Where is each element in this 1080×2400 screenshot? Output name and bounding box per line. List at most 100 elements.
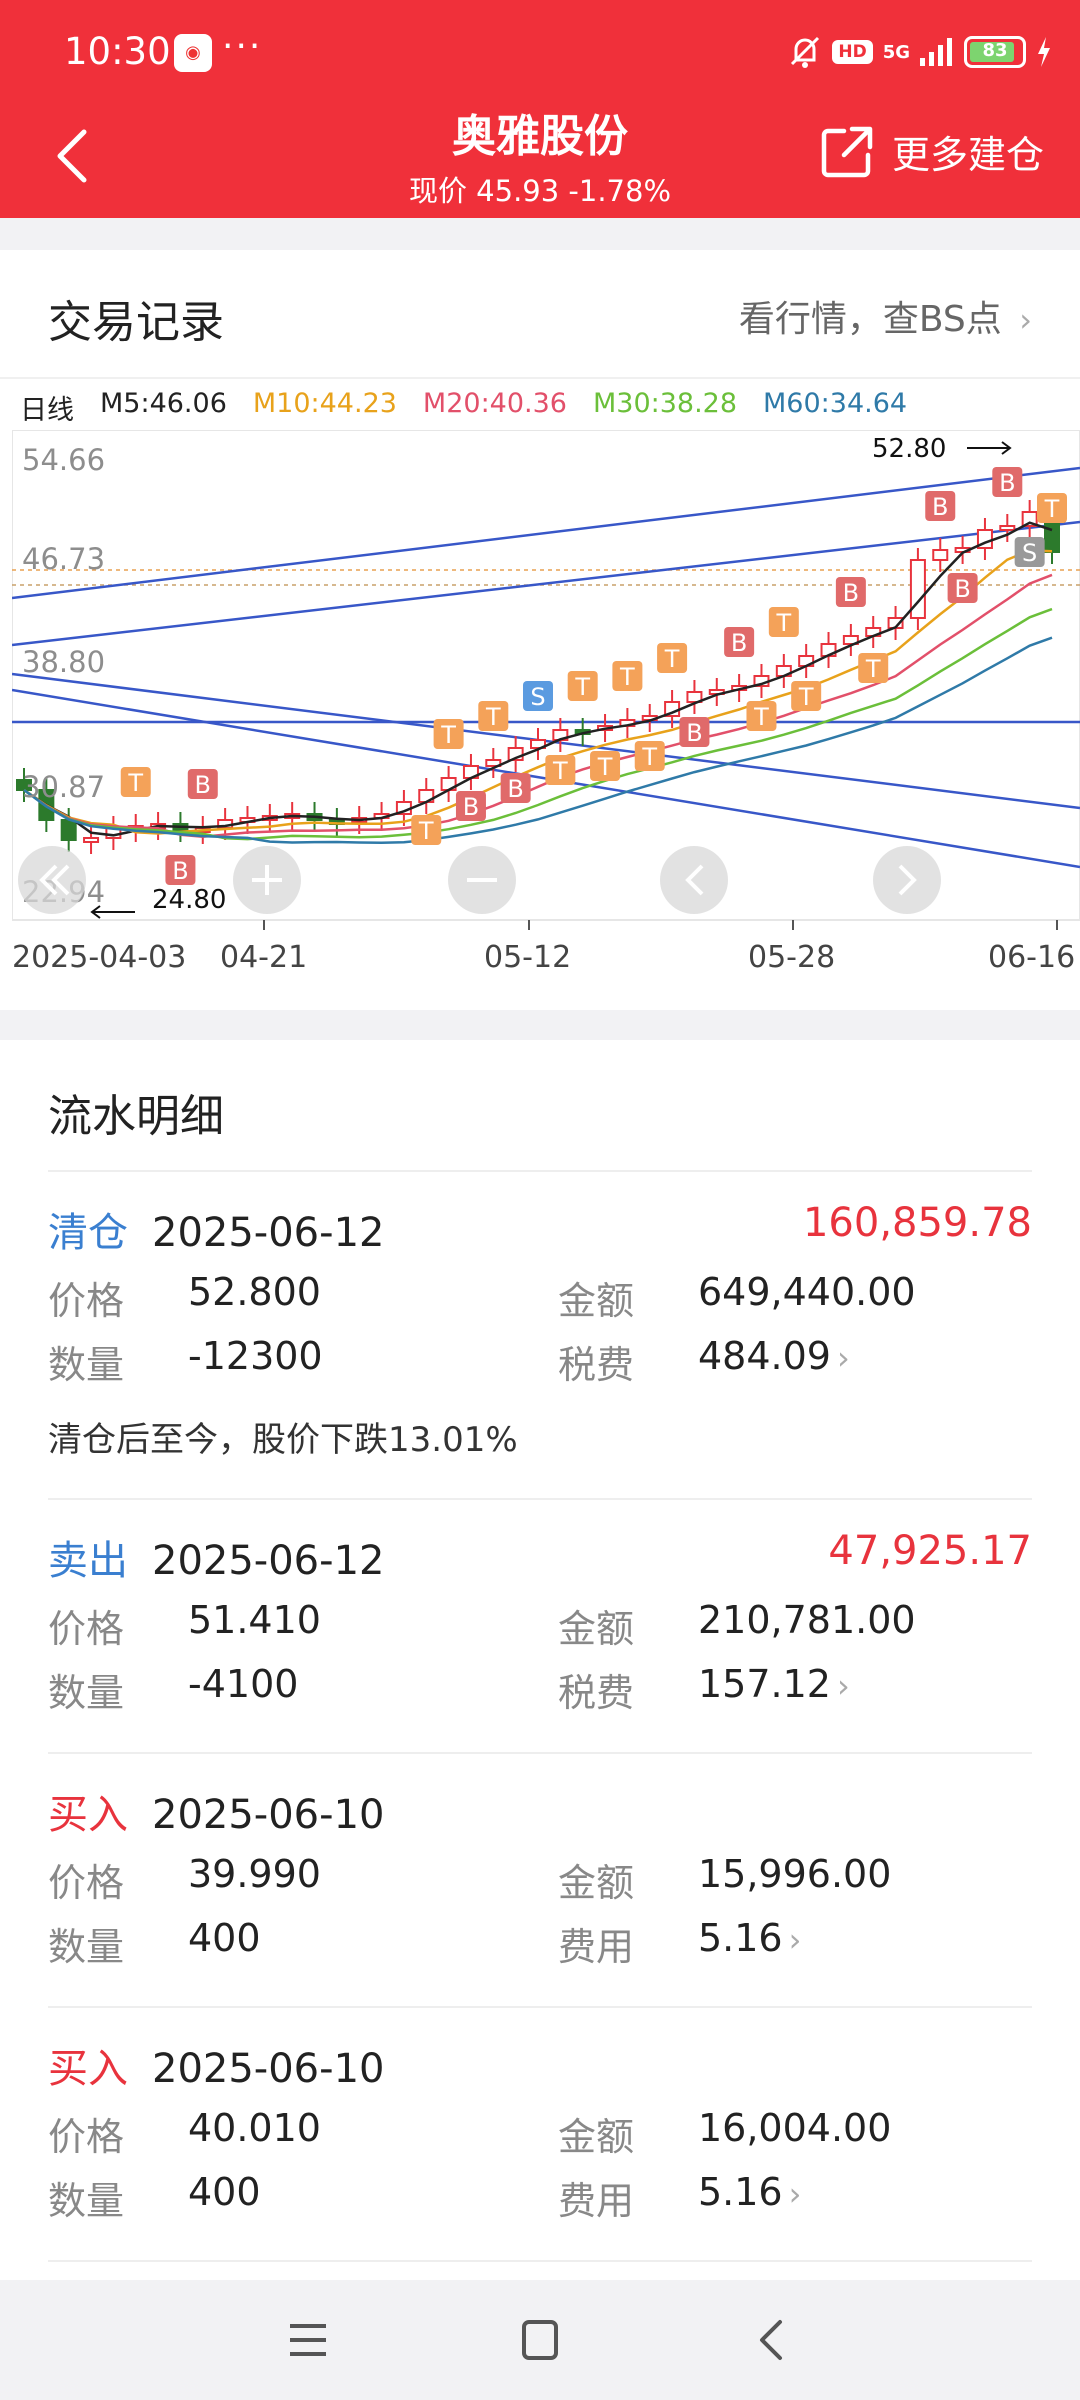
fee-label: 税费: [558, 1343, 635, 1387]
transaction-item[interactable]: 清仓 2025-06-12 160,859.78 价格 52.800 金额 649…: [48, 1200, 1032, 1490]
share-external-icon: [821, 126, 873, 177]
chart-frame: [12, 430, 1080, 921]
divider: [0, 377, 1080, 379]
fee-label: 税费: [558, 1671, 635, 1715]
x-axis-labels: 2025-04-03 04-21 05-12 05-28 06-16: [0, 940, 1080, 980]
chart-next-button[interactable]: [873, 846, 941, 914]
candle-body: [60, 819, 77, 841]
fee-link[interactable]: 484.09 ›: [698, 1334, 850, 1378]
bs-marker: T: [590, 751, 621, 781]
quantity-value: -4100: [188, 1662, 299, 1706]
chart-prev-button[interactable]: [660, 846, 728, 914]
total-label: 金额: [558, 1607, 635, 1651]
y-tick: 54.66: [22, 443, 105, 477]
svg-text:T: T: [418, 817, 434, 845]
transaction-header: 买入 2025-06-10: [48, 1782, 384, 1840]
total-value: 210,781.00: [698, 1598, 916, 1642]
quantity-value: 400: [188, 2170, 261, 2214]
quantity-row: 数量 -12300 税费 484.09 ›: [48, 1334, 1032, 1387]
candle-body: [83, 837, 100, 843]
svg-text:B: B: [507, 775, 523, 803]
fee-label: 费用: [558, 1925, 635, 1969]
total-label: 金额: [558, 1861, 635, 1905]
fee-link[interactable]: 157.12 ›: [698, 1662, 850, 1706]
bs-marker: T: [858, 653, 889, 683]
total-label: 金额: [558, 2115, 635, 2159]
transaction-item[interactable]: 买入 2025-06-10 价格 40.010 金额 16,004.00 数量 4…: [48, 2036, 1032, 2236]
trade-record-card: 交易记录 看行情，查BS点 › 日线 M5:46.06 M10:44.23 M2…: [0, 250, 1080, 1010]
svg-text:B: B: [172, 857, 188, 885]
quantity-label: 数量: [48, 2179, 125, 2223]
chart-scroll-start-button[interactable]: [18, 846, 86, 914]
bs-marker: T: [478, 701, 509, 731]
bs-marker: T: [545, 755, 576, 785]
bs-marker: S: [523, 681, 553, 711]
ma60-value: M60:34.64: [763, 388, 908, 419]
total-label: 金额: [558, 1279, 635, 1323]
ma30-value: M30:38.28: [592, 388, 738, 419]
svg-text:T: T: [485, 703, 501, 731]
x-tick: 2025-04-03: [12, 940, 187, 975]
status-bar: 10:30 ◉ ··· HD 5G 83: [0, 0, 1080, 108]
status-time: 10:30: [64, 30, 171, 73]
transaction-profit: 160,859.78: [802, 1200, 1032, 1246]
svg-text:T: T: [127, 769, 143, 797]
x-tick-marks: [263, 920, 1058, 930]
total-value: 649,440.00: [698, 1270, 916, 1314]
candlestick-chart[interactable]: TBBTTBTBSTTTTTTBBTTTBTBBBST 54.66 46.73 …: [12, 430, 1080, 930]
transaction-type: 卖出: [48, 1538, 128, 1584]
price-row: 价格 51.410 金额 210,781.00: [48, 1598, 1032, 1651]
more-position-button[interactable]: 更多建仓: [820, 124, 1044, 179]
svg-text:T: T: [1044, 495, 1060, 523]
bs-marker: T: [746, 701, 777, 731]
home-icon[interactable]: [510, 2310, 570, 2370]
transaction-item[interactable]: 卖出 2025-06-12 47,925.17 价格 51.410 金额 210,…: [48, 1528, 1032, 1728]
price-value: 52.800: [188, 1270, 321, 1314]
zoom-out-button[interactable]: [448, 846, 516, 914]
price-label: 价格: [48, 1279, 125, 1323]
x-tick: 05-28: [748, 940, 836, 975]
bs-marker: B: [835, 577, 866, 607]
more-notifications-icon: ···: [222, 26, 263, 67]
price-row: 价格 52.800 金额 649,440.00: [48, 1270, 1032, 1323]
svg-text:T: T: [753, 703, 769, 731]
svg-text:T: T: [597, 753, 613, 781]
back-icon[interactable]: [742, 2310, 802, 2370]
transaction-date: 2025-06-10: [152, 2046, 385, 2092]
divider: [48, 2006, 1032, 2008]
bs-marker: B: [679, 717, 710, 747]
ma20-value: M20:40.36: [422, 388, 567, 419]
price-label: 价格: [48, 1861, 125, 1905]
svg-text:B: B: [954, 575, 970, 603]
bs-marker: T: [411, 815, 442, 845]
moving-average-legend: 日线 M5:46.06 M10:44.23 M20:40.36 M30:38.2…: [20, 388, 907, 427]
transaction-date: 2025-06-12: [152, 1538, 385, 1584]
zoom-in-button[interactable]: [233, 846, 301, 914]
price-row: 价格 40.010 金额 16,004.00: [48, 2106, 1032, 2159]
bs-marker: T: [791, 681, 822, 711]
high-label: 52.80: [872, 434, 946, 464]
transaction-item[interactable]: 买入 2025-06-10 价格 39.990 金额 15,996.00 数量 4…: [48, 1782, 1032, 1982]
quantity-row: 数量 400 费用 5.16 ›: [48, 1916, 1032, 1969]
bs-marker: B: [500, 773, 531, 803]
quantity-row: 数量 400 费用 5.16 ›: [48, 2170, 1032, 2223]
fee-link[interactable]: 5.16 ›: [698, 2170, 801, 2214]
price-label: 价格: [48, 1607, 125, 1651]
low-label: 24.80: [152, 885, 226, 915]
y-tick: 30.87: [22, 770, 105, 804]
view-market-label: 看行情，查BS点: [738, 299, 1002, 340]
trade-record-title: 交易记录: [48, 297, 224, 348]
svg-text:B: B: [932, 493, 948, 521]
transaction-date: 2025-06-12: [152, 1210, 385, 1256]
system-nav-bar: [0, 2280, 1080, 2400]
quantity-label: 数量: [48, 1925, 125, 1969]
price-value: 51.410: [188, 1598, 321, 1642]
x-tick: 04-21: [220, 940, 308, 975]
bs-marker: B: [947, 573, 978, 603]
bs-marker: T: [612, 661, 643, 691]
view-market-link[interactable]: 看行情，查BS点 ›: [739, 290, 1032, 342]
menu-icon[interactable]: [278, 2310, 338, 2370]
fee-link[interactable]: 5.16 ›: [698, 1916, 801, 1960]
ma5-value: M5:46.06: [100, 388, 227, 419]
svg-text:B: B: [463, 793, 479, 821]
